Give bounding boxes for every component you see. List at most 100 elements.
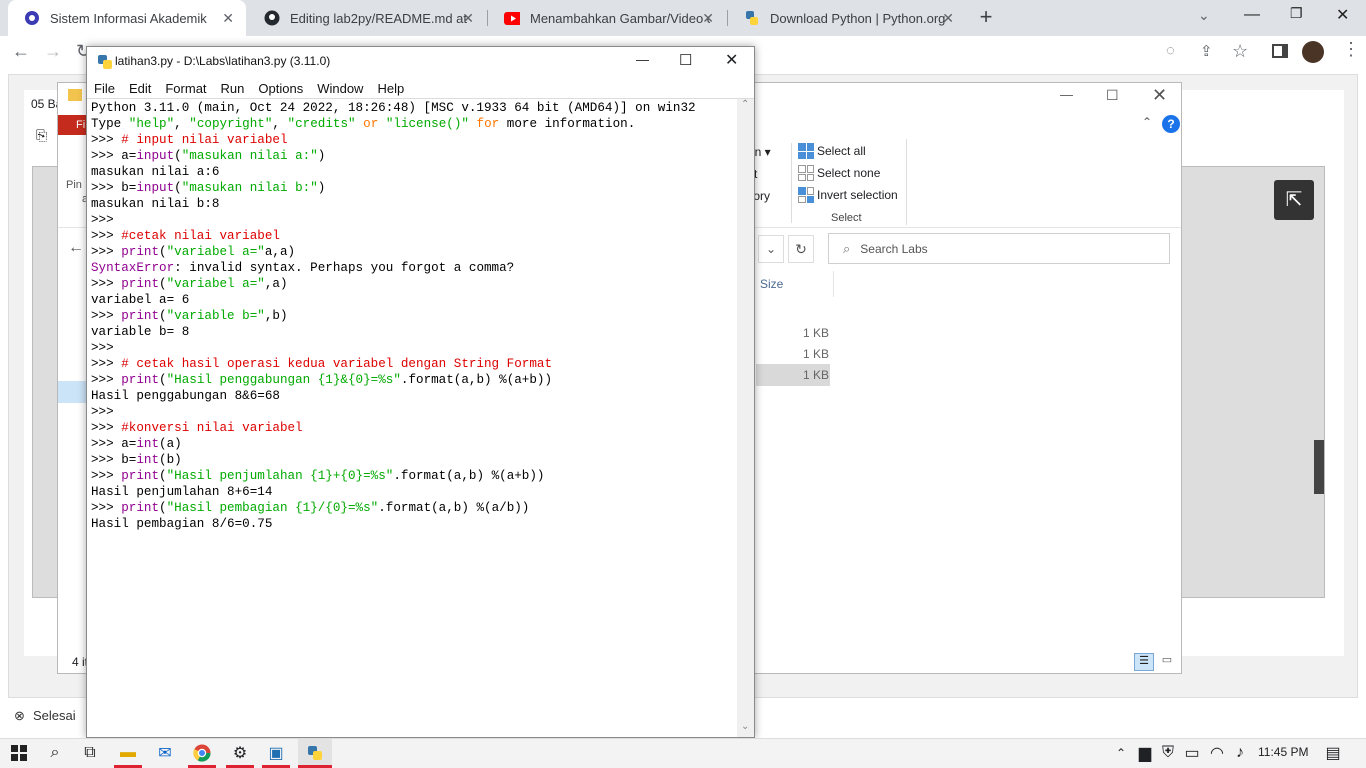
shell-text-area[interactable]: Python 3.11.0 (main, Oct 24 2022, 18:26:… xyxy=(91,100,738,736)
bookmark-star-icon[interactable]: ☆ xyxy=(1232,41,1248,62)
python-icon xyxy=(744,10,760,26)
shell-scrollbar[interactable]: ⌃ ⌄ xyxy=(737,99,754,737)
shell-line: >>> print("Hasil penggabungan {1}&{0}=%s… xyxy=(91,373,553,387)
collapse-ribbon-icon[interactable]: ⌃ xyxy=(1142,115,1152,129)
tab-title: Download Python | Python.org xyxy=(770,10,946,26)
status-text: Selesai xyxy=(33,708,76,723)
forward-arrow-icon[interactable]: → xyxy=(44,41,62,62)
task-view-icon[interactable]: ⧉ xyxy=(79,742,101,764)
search-box[interactable]: ⌕ Search Labs xyxy=(828,233,1170,264)
paperclip-icon[interactable]: ⎘ xyxy=(36,127,47,144)
settings-gear-icon[interactable]: ⚙ xyxy=(229,742,251,764)
invert-selection-label: Invert selection xyxy=(817,188,898,202)
invert-selection-icon xyxy=(798,187,814,203)
chrome-icon[interactable] xyxy=(191,742,213,764)
side-panel-icon[interactable] xyxy=(1272,44,1288,58)
explorer-close-icon[interactable]: ✕ xyxy=(1152,85,1167,106)
idle-minimize-icon[interactable]: — xyxy=(636,52,649,67)
windows-start-icon[interactable] xyxy=(8,742,30,764)
restore-icon[interactable]: ❐ xyxy=(1290,5,1303,22)
tray-device-icon[interactable]: ▆ xyxy=(1134,742,1156,764)
select-group-label: Select xyxy=(831,212,862,224)
explorer-minimize-icon[interactable]: — xyxy=(1060,87,1073,102)
open-external-icon[interactable]: ⇱ xyxy=(1274,180,1314,220)
select-all-label: Select all xyxy=(817,144,866,158)
tab-search-chevron-icon[interactable]: ⌄ xyxy=(1198,7,1210,24)
tab-youtube[interactable]: Menambahkan Gambar/Video di ✕ xyxy=(488,0,726,36)
address-dropdown-icon[interactable]: ⌄ xyxy=(758,235,784,263)
idle-menu-bar: File Edit Format Run Options Window Help xyxy=(87,77,754,99)
nav-selected-row[interactable] xyxy=(58,381,88,403)
file-size: 1 KB xyxy=(803,368,830,382)
tab-github[interactable]: Editing lab2py/README.md at m ✕ xyxy=(248,0,486,36)
menu-edit[interactable]: Edit xyxy=(129,81,151,96)
mail-icon[interactable]: ✉ xyxy=(154,742,176,764)
share-icon[interactable]: ⇪ xyxy=(1200,42,1213,60)
menu-help[interactable]: Help xyxy=(377,81,404,96)
profile-avatar[interactable] xyxy=(1302,41,1324,63)
nav-back-icon[interactable]: ← xyxy=(68,239,84,257)
wifi-icon[interactable]: ◠ xyxy=(1206,742,1228,764)
file-explorer-icon[interactable]: ▬ xyxy=(117,742,139,764)
python-idle-icon[interactable] xyxy=(304,742,326,764)
browser-tab-strip: Sistem Informasi Akademik ✕ Editing lab2… xyxy=(0,0,1366,36)
photos-icon[interactable]: ▣ xyxy=(265,742,287,764)
volume-icon[interactable]: ♪ xyxy=(1229,742,1251,764)
invert-selection-button[interactable]: Invert selection xyxy=(798,187,898,203)
shell-line: masukan nilai a:6 xyxy=(91,165,220,179)
shell-line: >>> b=int(b) xyxy=(91,453,182,467)
shell-line: >>> xyxy=(91,213,114,227)
youtube-icon xyxy=(504,10,520,26)
ribbon-divider xyxy=(906,139,907,225)
menu-file[interactable]: File xyxy=(94,81,115,96)
select-all-button[interactable]: Select all xyxy=(798,143,866,159)
shell-line: SyntaxError: invalid syntax. Perhaps you… xyxy=(91,261,515,275)
details-view-icon[interactable]: ☰ xyxy=(1134,653,1154,671)
shell-line: Type "help", "copyright", "credits" or "… xyxy=(91,117,636,131)
close-tab-icon[interactable]: ✕ xyxy=(462,10,474,27)
shell-line: >>> print("Hasil pembagian {1}/{0}=%s".f… xyxy=(91,501,530,515)
help-icon[interactable]: ? xyxy=(1162,115,1180,133)
file-size: 1 KB xyxy=(803,326,830,340)
menu-run[interactable]: Run xyxy=(221,81,245,96)
menu-kebab-icon[interactable]: ⋮ xyxy=(1342,39,1360,60)
shell-line: >>> a=int(a) xyxy=(91,437,182,451)
menu-format[interactable]: Format xyxy=(165,81,206,96)
tab-python[interactable]: Download Python | Python.org ✕ xyxy=(728,0,966,36)
shell-line: >>> print("variable b=",b) xyxy=(91,309,288,323)
notifications-icon[interactable]: ▤ xyxy=(1322,742,1344,764)
eye-off-icon[interactable]: ◌ xyxy=(1166,42,1175,59)
close-tab-icon[interactable]: ✕ xyxy=(702,10,714,27)
close-tab-icon[interactable]: ✕ xyxy=(222,10,234,27)
idle-maximize-icon[interactable]: ☐ xyxy=(679,51,692,69)
explorer-maximize-icon[interactable]: ☐ xyxy=(1106,87,1119,104)
scroll-down-icon[interactable]: ⌄ xyxy=(741,721,749,732)
tray-shield-icon[interactable]: ⛨ xyxy=(1157,742,1179,764)
file-tab[interactable]: Fi xyxy=(58,115,86,135)
search-icon[interactable]: ⌕ xyxy=(44,742,66,764)
clock-time[interactable]: 11:45 PM xyxy=(1258,745,1308,759)
idle-close-icon[interactable]: ✕ xyxy=(725,50,738,70)
scroll-up-icon[interactable]: ⌃ xyxy=(741,99,749,110)
refresh-icon[interactable]: ↻ xyxy=(788,235,814,263)
menu-options[interactable]: Options xyxy=(258,81,303,96)
large-icons-view-icon[interactable]: ▭ xyxy=(1158,653,1176,671)
menu-window[interactable]: Window xyxy=(317,81,363,96)
close-tab-icon[interactable]: ✕ xyxy=(942,10,954,27)
tab-sistem-informasi[interactable]: Sistem Informasi Akademik ✕ xyxy=(8,0,246,36)
select-none-button[interactable]: Select none xyxy=(798,165,880,181)
page-scrollbar-thumb[interactable] xyxy=(1314,440,1324,494)
new-tab-button[interactable]: + xyxy=(972,5,1000,31)
status-close-icon[interactable]: ⊗ xyxy=(14,708,25,724)
minimize-icon[interactable]: — xyxy=(1244,6,1260,24)
tray-chevron-icon[interactable]: ⌃ xyxy=(1110,742,1132,764)
battery-icon[interactable]: ▭ xyxy=(1181,742,1203,764)
shell-line: variabel a= 6 xyxy=(91,293,190,307)
tab-title: Sistem Informasi Akademik xyxy=(50,10,207,26)
close-window-icon[interactable]: ✕ xyxy=(1336,5,1349,25)
size-column-header[interactable]: Size xyxy=(760,277,783,291)
shell-line: >>> print("Hasil penjumlahan {1}+{0}=%s"… xyxy=(91,469,545,483)
github-icon xyxy=(264,10,280,26)
back-arrow-icon[interactable]: ← xyxy=(12,41,30,62)
shell-line: >>> #konversi nilai variabel xyxy=(91,421,303,435)
